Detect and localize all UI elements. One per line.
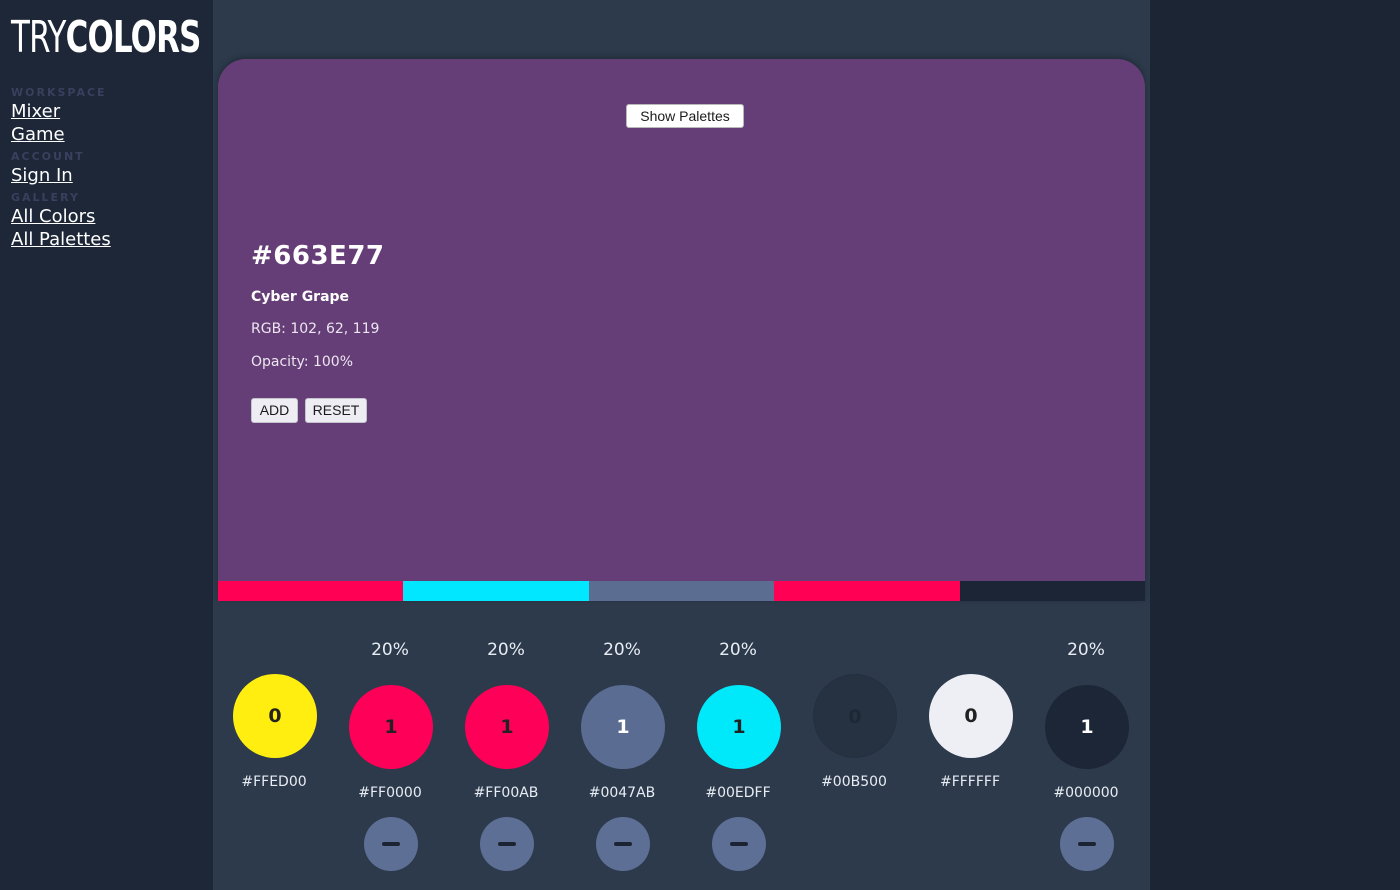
swatch-percentage: 20%	[371, 640, 409, 660]
nav-section-gallery: GALLERY	[11, 191, 80, 204]
swatch-hex-label: #FFFFFF	[939, 774, 1001, 790]
swatch-hex-label: #FFED00	[241, 774, 307, 790]
swatch-column: 0 #FFED00	[216, 630, 332, 890]
remove-color-button[interactable]	[596, 817, 650, 871]
mix-bar-segment	[218, 581, 404, 601]
swatch-column: 20% 1 #FF00AB	[448, 630, 564, 890]
right-background	[1150, 0, 1400, 890]
color-preview-card: Show Palettes #663E77 Cyber Grape RGB: 1…	[218, 59, 1145, 601]
mix-bar-segment	[588, 581, 775, 601]
nav-section-account: ACCOUNT	[11, 150, 85, 163]
remove-color-button[interactable]	[1060, 817, 1114, 871]
remove-color-button[interactable]	[364, 817, 418, 871]
swatch-hex-label: #FF00AB	[473, 785, 539, 801]
swatch-percentage: 20%	[603, 640, 641, 660]
swatch-hex-label: #FF0000	[358, 785, 422, 801]
nav-link-game[interactable]: Game	[11, 123, 202, 146]
swatch-percentage: 20%	[719, 640, 757, 660]
remove-color-button[interactable]	[480, 817, 534, 871]
color-rgb: RGB: 102, 62, 119	[251, 321, 380, 337]
logo-part-colors: COLORS	[65, 12, 202, 63]
mix-bar-segment	[403, 581, 589, 601]
swatch-circle[interactable]: 1	[1045, 685, 1129, 769]
nav-link-mixer[interactable]: Mixer	[11, 100, 202, 123]
mixer-workspace: Show Palettes #663E77 Cyber Grape RGB: 1…	[213, 0, 1150, 890]
color-name: Cyber Grape	[251, 289, 350, 305]
swatch-circle[interactable]: 1	[697, 685, 781, 769]
reset-button[interactable]: RESET	[305, 398, 367, 423]
minus-icon	[730, 842, 748, 846]
swatch-column: 20% 1 #FF0000	[332, 630, 448, 890]
minus-icon	[498, 842, 516, 846]
color-opacity: Opacity: 100%	[251, 354, 354, 370]
swatch-circle[interactable]: 1	[581, 685, 665, 769]
swatch-circle[interactable]: 1	[465, 685, 549, 769]
swatch-column: 0 #00B500	[796, 630, 912, 890]
minus-icon	[614, 842, 632, 846]
swatch-column: 20% 1 #0047AB	[564, 630, 680, 890]
minus-icon	[382, 842, 400, 846]
swatch-percentage: 20%	[487, 640, 525, 660]
mix-bar-segment	[774, 581, 960, 601]
swatch-hex-label: #000000	[1053, 785, 1119, 801]
swatch-circle[interactable]: 1	[349, 685, 433, 769]
minus-icon	[1078, 842, 1096, 846]
mix-ratio-bar	[218, 581, 1145, 601]
swatch-column: 0 #FFFFFF	[912, 630, 1028, 890]
remove-color-button[interactable]	[712, 817, 766, 871]
swatch-circle[interactable]: 0	[813, 674, 897, 758]
swatch-column: 20% 1 #00EDFF	[680, 630, 796, 890]
add-button[interactable]: ADD	[251, 398, 298, 423]
nav-link-all-palettes[interactable]: All Palettes	[11, 228, 202, 251]
swatch-hex-label: #00EDFF	[705, 785, 771, 801]
swatch-hex-label: #00B500	[821, 774, 887, 790]
swatch-percentage: 20%	[1067, 640, 1105, 660]
logo[interactable]: TRYCOLORS	[11, 12, 201, 64]
nav-link-all-colors[interactable]: All Colors	[11, 205, 202, 228]
swatch-circle[interactable]: 0	[233, 674, 317, 758]
nav-section-workspace: WORKSPACE	[11, 86, 107, 99]
swatch-column: 20% 1 #000000	[1028, 630, 1144, 890]
swatch-circle[interactable]: 0	[929, 674, 1013, 758]
mix-bar-segment	[959, 581, 1145, 601]
sidebar: TRYCOLORS WORKSPACE Mixer Game ACCOUNT S…	[0, 0, 213, 890]
nav-link-sign-in[interactable]: Sign In	[11, 164, 202, 187]
logo-part-try: TRY	[11, 12, 66, 63]
show-palettes-button[interactable]: Show Palettes	[626, 104, 744, 128]
swatch-hex-label: #0047AB	[588, 785, 656, 801]
color-hex-title: #663E77	[251, 241, 385, 271]
